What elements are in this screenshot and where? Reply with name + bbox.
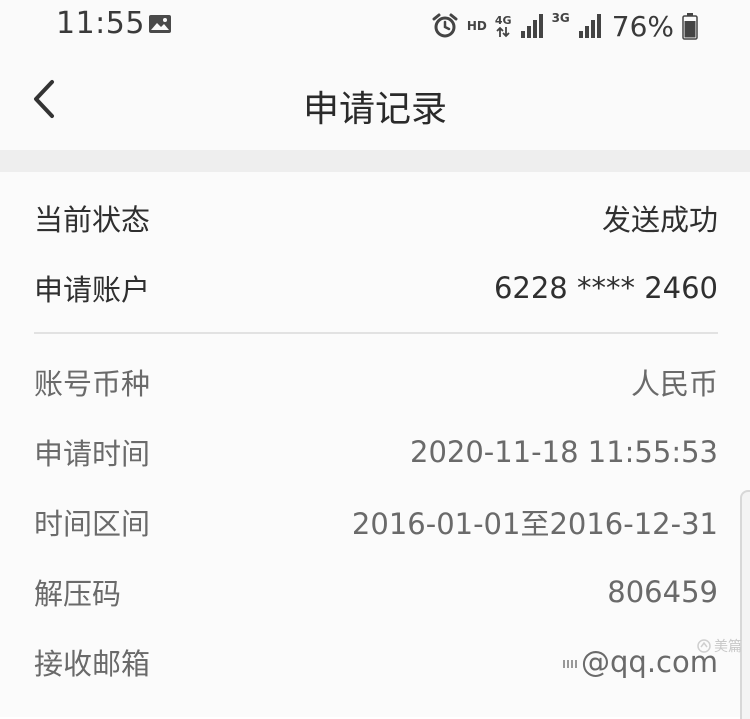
apply-time-label: 申请时间 <box>34 437 151 471</box>
hd-indicator: HD <box>466 19 487 33</box>
email-row: 接收邮箱 @qq.com <box>34 642 718 682</box>
scroll-edge <box>740 490 750 719</box>
account-value: 6228 **** 2460 <box>493 271 718 305</box>
email-value-wrapper: @qq.com <box>563 645 718 679</box>
unzip-code-value: 806459 <box>607 575 718 609</box>
battery-percentage: 76% <box>611 9 674 43</box>
watermark-text: 美篇 <box>714 639 742 655</box>
signal-icon <box>520 14 543 38</box>
currency-row: 账号币种 人民币 <box>34 362 718 402</box>
nav-bar: 申请记录 <box>0 56 750 150</box>
apply-time-row: 申请时间 2020-11-18 11:55:53 <box>34 432 718 472</box>
watermark: 美篇 <box>697 636 742 656</box>
status-time: 11:55 <box>56 6 145 41</box>
signal-icon <box>578 14 601 38</box>
page-title: 申请记录 <box>302 89 447 130</box>
divider <box>34 332 718 334</box>
section-divider <box>0 150 750 172</box>
current-status-label: 当前状态 <box>34 203 151 237</box>
email-label: 接收邮箱 <box>34 647 151 681</box>
current-status-value: 发送成功 <box>601 203 718 237</box>
time-range-value: 2016-01-01至2016-12-31 <box>351 507 718 541</box>
status-bar: 11:55 HD 4G 3G 76% <box>0 0 750 56</box>
account-label: 申请账户 <box>34 273 151 307</box>
current-status-row: 当前状态 发送成功 <box>34 198 718 238</box>
alarm-icon <box>432 13 458 38</box>
network-3g-indicator: 3G <box>551 11 570 25</box>
unzip-code-row: 解压码 806459 <box>34 572 718 612</box>
currency-label: 账号币种 <box>34 367 151 401</box>
currency-value: 人民币 <box>630 367 718 401</box>
apply-time-value: 2020-11-18 11:55:53 <box>410 435 718 469</box>
data-arrows-icon <box>496 26 510 37</box>
gallery-icon <box>149 15 171 33</box>
network-4g-label: 4G <box>494 13 512 27</box>
watermark-logo-icon <box>697 639 711 653</box>
email-masked-part <box>563 660 580 668</box>
time-range-row: 时间区间 2016-01-01至2016-12-31 <box>34 502 718 542</box>
unzip-code-label: 解压码 <box>34 577 122 611</box>
status-icons: HD 4G 3G 76% <box>431 8 698 44</box>
network-4g-indicator: 4G <box>495 15 512 38</box>
time-range-label: 时间区间 <box>34 507 151 541</box>
account-row: 申请账户 6228 **** 2460 <box>34 268 718 308</box>
battery-icon <box>682 13 698 40</box>
